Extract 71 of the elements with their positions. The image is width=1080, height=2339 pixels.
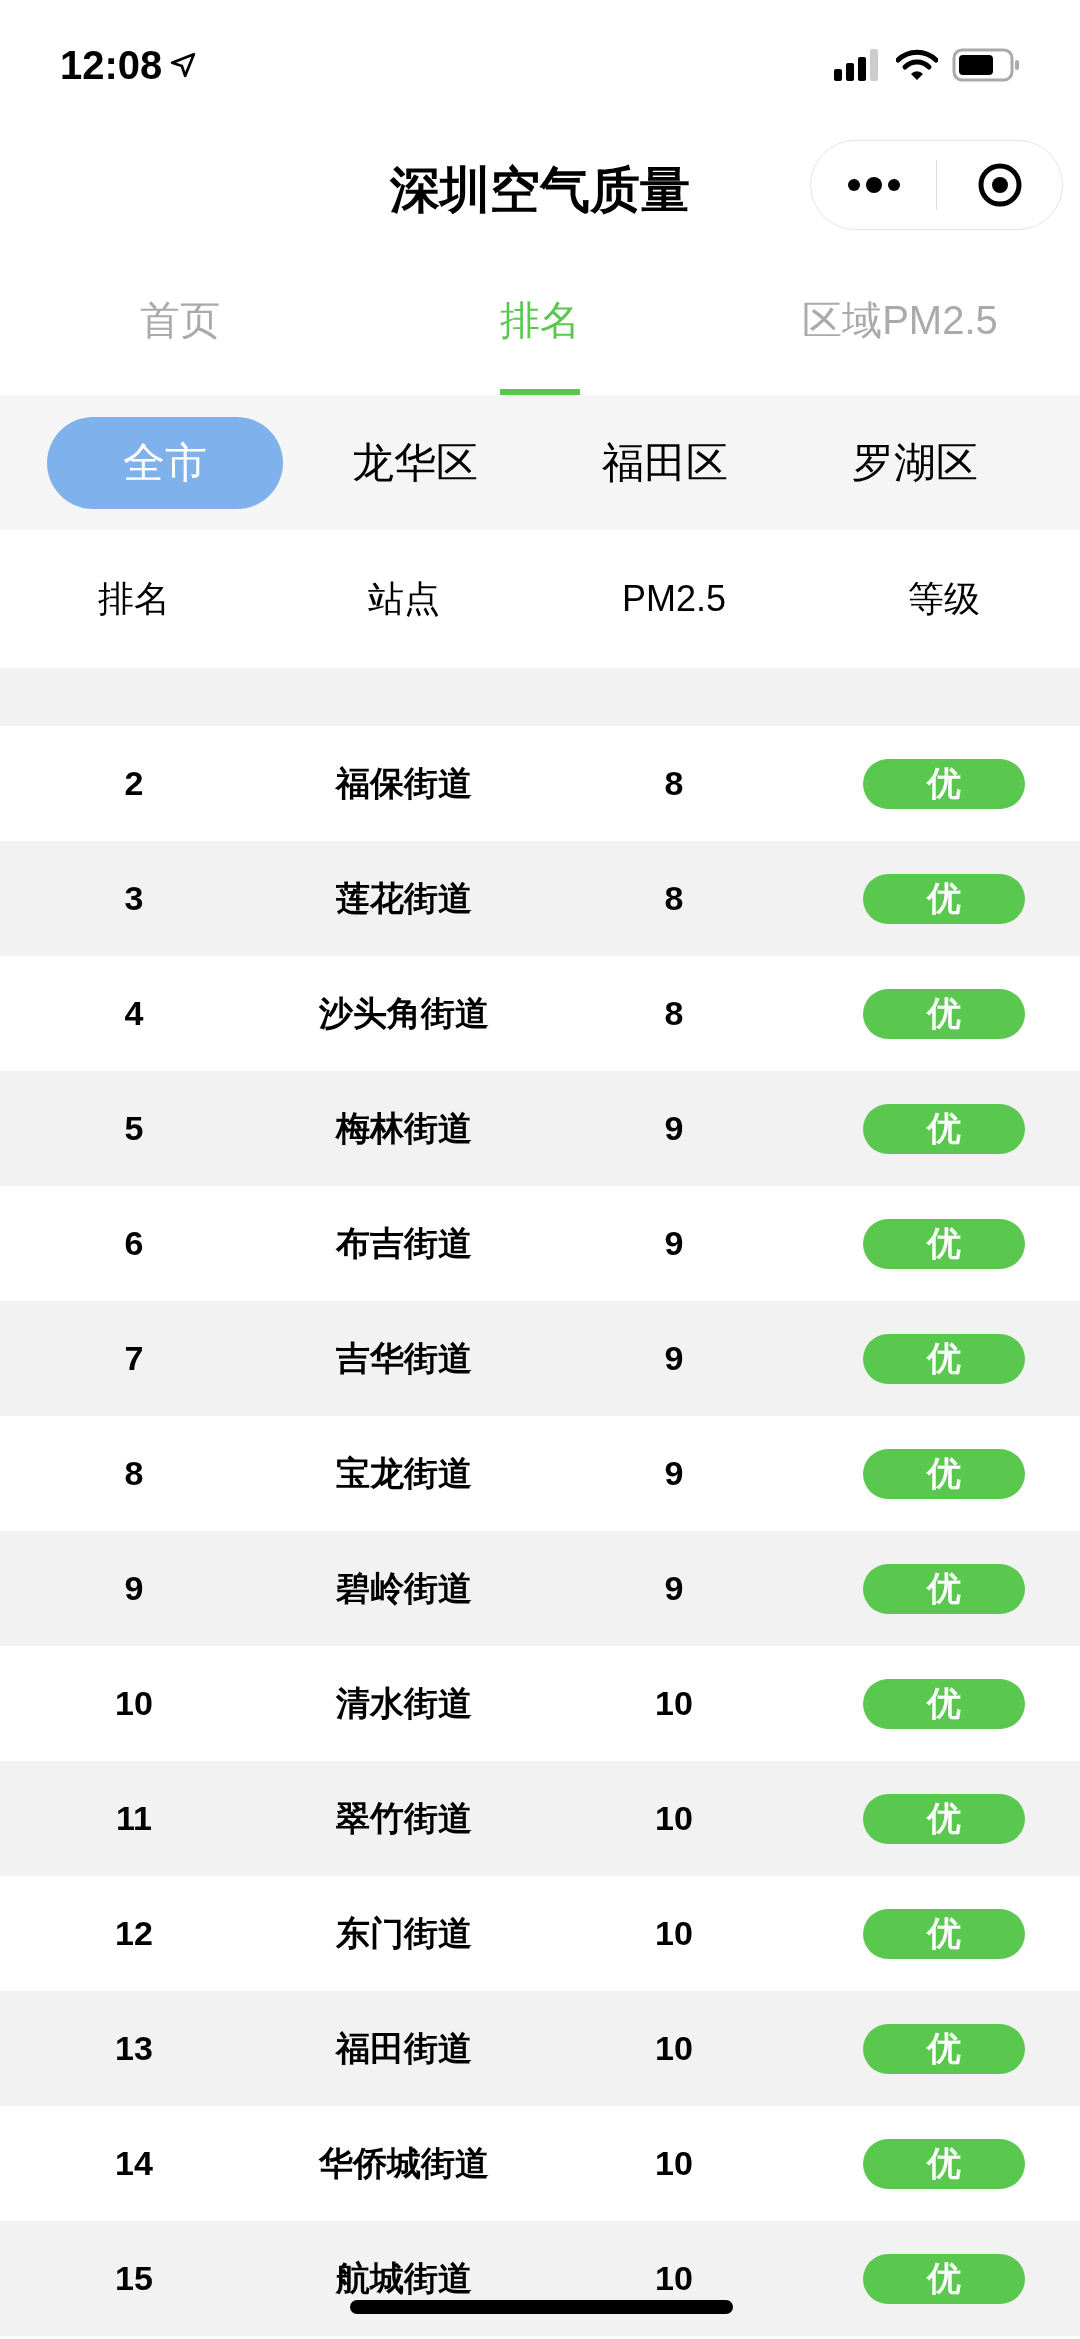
table-cell-text: 12 bbox=[115, 1913, 153, 1954]
column-header: 站点 bbox=[368, 577, 440, 621]
district-chip[interactable]: 龙华区 bbox=[297, 416, 533, 509]
table-cell-text: 翠竹街道 bbox=[336, 1798, 472, 1839]
table-cell-text: 8 bbox=[664, 763, 684, 804]
table-cell-text: 航城街道 bbox=[336, 2258, 472, 2299]
page-title: 深圳空气质量 bbox=[390, 160, 690, 220]
table-cell-text: 莲花街道 bbox=[336, 878, 472, 919]
tab[interactable]: 首页 bbox=[0, 250, 360, 395]
grade-badge: 优 bbox=[863, 1678, 1025, 1729]
table-cell-text: 8 bbox=[124, 1453, 144, 1494]
column-header: PM2.5 bbox=[621, 577, 726, 621]
table-cell-text: 10 bbox=[655, 2258, 693, 2299]
grade-badge: 优 bbox=[863, 873, 1025, 924]
table-cell-text: 9 bbox=[124, 1568, 144, 1609]
table-cell-text: 福保街道 bbox=[336, 763, 472, 804]
status-time: 12:08 bbox=[60, 42, 163, 89]
column-header: 排名 bbox=[98, 577, 170, 621]
district-chip[interactable]: 全市 bbox=[47, 416, 283, 509]
table-cell-text: 10 bbox=[655, 2028, 693, 2069]
battery-icon bbox=[952, 48, 1020, 82]
table-cell-text: 5 bbox=[124, 1108, 144, 1149]
grade-badge: 优 bbox=[863, 1563, 1025, 1614]
grade-badge: 优 bbox=[863, 988, 1025, 1039]
table-cell-text: 布吉街道 bbox=[336, 1223, 472, 1264]
table-cell-text: 东门街道 bbox=[336, 1913, 472, 1954]
table-cell-text: 10 bbox=[655, 1798, 693, 1839]
table-cell-text: 碧岭街道 bbox=[336, 1568, 472, 1609]
grade-badge: 优 bbox=[863, 1103, 1025, 1154]
table-cell-text: 9 bbox=[664, 1223, 684, 1264]
table-cell-text: 7 bbox=[124, 1338, 144, 1379]
table-cell-text: 8 bbox=[664, 878, 684, 919]
table-cell-text: 福田街道 bbox=[336, 2028, 472, 2069]
column-header: 等级 bbox=[908, 577, 980, 621]
table-cell-text: 2 bbox=[124, 763, 144, 804]
grade-badge: 优 bbox=[863, 2253, 1025, 2304]
location-arrow-icon bbox=[170, 52, 197, 78]
table-cell-text: 10 bbox=[655, 1683, 693, 1724]
table-cell-text: 9 bbox=[664, 1568, 684, 1609]
table-cell-text: 6 bbox=[124, 1223, 144, 1264]
table-cell-text: 4 bbox=[124, 993, 144, 1034]
grade-badge: 优 bbox=[863, 1448, 1025, 1499]
table-cell-text: 沙头角街道 bbox=[319, 993, 489, 1034]
table-cell-text: 梅林街道 bbox=[336, 1108, 472, 1149]
grade-badge: 优 bbox=[863, 1218, 1025, 1269]
wifi-icon bbox=[896, 49, 938, 81]
table-cell-text: 9 bbox=[664, 1338, 684, 1379]
district-chip[interactable]: 福田区 bbox=[547, 416, 783, 509]
table-cell-text: 华侨城街道 bbox=[319, 2143, 489, 2184]
table-cell-text: 14 bbox=[115, 2143, 153, 2184]
table-cell-text: 宝龙街道 bbox=[336, 1453, 472, 1494]
table-cell-text: 13 bbox=[115, 2028, 153, 2069]
table-cell-text: 3 bbox=[124, 878, 144, 919]
grade-badge: 优 bbox=[863, 2023, 1025, 2074]
tab[interactable]: 区域PM2.5 bbox=[720, 250, 1080, 395]
district-chip[interactable]: 罗湖区 bbox=[797, 416, 1033, 509]
table-cell-text: 8 bbox=[664, 993, 684, 1034]
table-cell-text: 10 bbox=[115, 1683, 153, 1724]
table-cell-text: 10 bbox=[655, 1913, 693, 1954]
grade-badge: 优 bbox=[863, 758, 1025, 809]
grade-badge: 优 bbox=[863, 2138, 1025, 2189]
grade-badge: 优 bbox=[863, 1333, 1025, 1384]
grade-badge: 优 bbox=[863, 1908, 1025, 1959]
grade-badge: 优 bbox=[863, 1793, 1025, 1844]
table-cell-text: 10 bbox=[655, 2143, 693, 2184]
table-cell-text: 吉华街道 bbox=[336, 1338, 472, 1379]
table-cell-text: 15 bbox=[115, 2258, 153, 2299]
table-cell-text: 9 bbox=[664, 1108, 684, 1149]
table-cell-text: 9 bbox=[664, 1453, 684, 1494]
table-cell-text: 清水街道 bbox=[336, 1683, 472, 1724]
table-cell-text: 11 bbox=[116, 1798, 152, 1839]
